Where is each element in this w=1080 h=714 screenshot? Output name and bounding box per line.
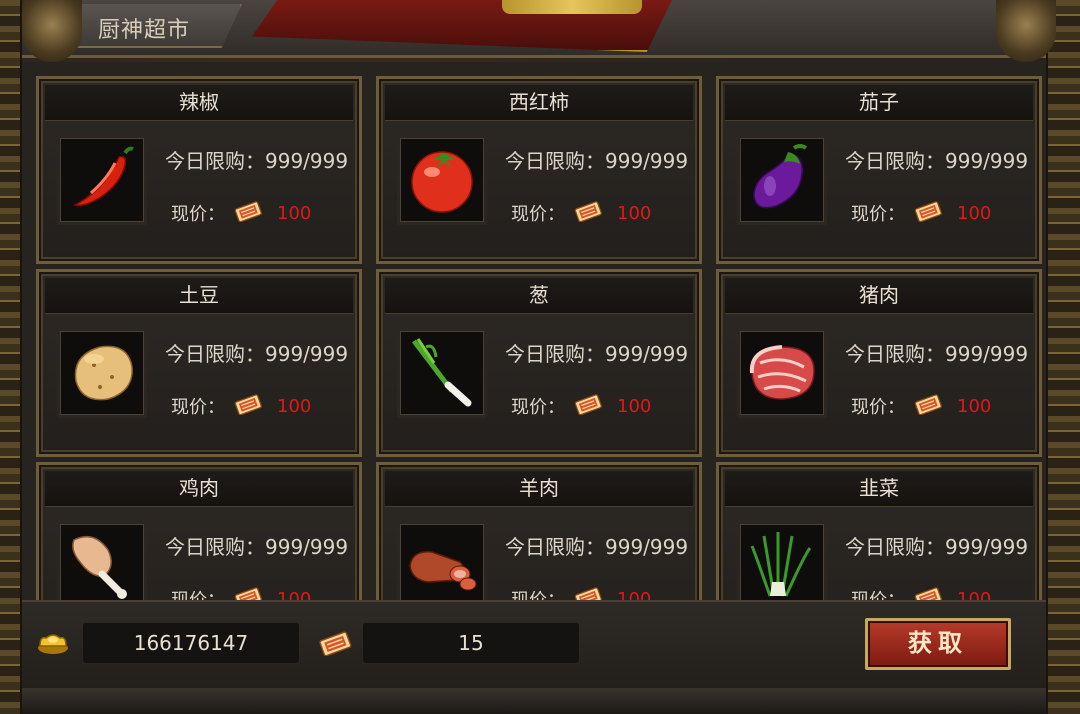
item-name: 辣椒: [45, 85, 353, 121]
right-border-ornament: [1046, 0, 1080, 714]
item-name: 韭菜: [725, 471, 1033, 507]
item-slot[interactable]: [737, 521, 827, 600]
daily-limit-text: 今日限购：999/999: [845, 535, 1029, 559]
corner-ornament-left: [22, 0, 82, 62]
banner-gold-trim: [502, 0, 642, 14]
price-value: 100: [957, 202, 992, 224]
ticket-icon: [573, 200, 603, 227]
price-value: 100: [277, 202, 312, 224]
get-button[interactable]: 获取: [865, 618, 1011, 670]
shop-item-card[interactable]: 鸡肉 今日限购：999/999 现价： 100: [36, 462, 362, 600]
daily-limit-text: 今日限购：999/999: [845, 342, 1029, 366]
price-row: 现价： 100: [511, 200, 652, 227]
price-row: 现价： 100: [851, 393, 992, 420]
ticket-icon: [573, 393, 603, 420]
item-slot[interactable]: [57, 328, 147, 418]
price-label: 现价：: [171, 204, 225, 225]
tomato-icon: [404, 140, 480, 220]
item-name: 土豆: [45, 278, 353, 314]
daily-limit-text: 今日限购：999/999: [505, 342, 689, 366]
item-name: 鸡肉: [45, 471, 353, 507]
shop-item-card[interactable]: 猪肉 今日限购：999/999 现价： 100: [716, 269, 1042, 457]
footer-border: [22, 688, 1046, 714]
price-value: 100: [277, 395, 312, 417]
chives-icon: [744, 526, 820, 600]
ticket-icon: [913, 586, 943, 600]
price-label: 现价：: [511, 397, 565, 418]
mutton-icon: [402, 526, 482, 600]
window-frame: 厨神超市 辣椒 今日限购：999/999 现价： 100 西红柿 今日限购：99…: [0, 0, 1080, 714]
eggplant-icon: [744, 140, 820, 220]
price-row: 现价： 100: [171, 586, 312, 601]
bottom-bar: 166176147 15 获取: [22, 600, 1046, 688]
ticket-icon: [913, 200, 943, 227]
price-value: 100: [617, 395, 652, 417]
shop-item-card[interactable]: 茄子 今日限购：999/999 现价： 100: [716, 76, 1042, 264]
price-value: 100: [957, 588, 992, 601]
item-slot[interactable]: [57, 521, 147, 600]
shop-item-card[interactable]: 辣椒 今日限购：999/999 现价： 100: [36, 76, 362, 264]
gold-amount-display: 166176147: [82, 622, 300, 664]
title-bar: 厨神超市: [22, 0, 1056, 62]
ticket-icon: [913, 393, 943, 420]
item-name: 西红柿: [385, 85, 693, 121]
price-row: 现价： 100: [511, 586, 652, 601]
price-row: 现价： 100: [171, 200, 312, 227]
daily-limit-text: 今日限购：999/999: [165, 342, 349, 366]
item-name: 葱: [385, 278, 693, 314]
daily-limit-text: 今日限购：999/999: [845, 149, 1029, 173]
ticket-amount-display: 15: [362, 622, 580, 664]
item-slot[interactable]: [737, 328, 827, 418]
chili-pepper-icon: [67, 143, 137, 217]
item-slot[interactable]: [397, 135, 487, 225]
shop-item-card[interactable]: 韭菜 今日限购：999/999 现价： 100: [716, 462, 1042, 600]
shop-item-card[interactable]: 葱 今日限购：999/999 现价： 100: [376, 269, 702, 457]
price-value: 100: [957, 395, 992, 417]
left-border-ornament: [0, 0, 22, 714]
price-value: 100: [277, 588, 312, 601]
potato-icon: [64, 333, 140, 413]
pork-icon: [742, 333, 822, 413]
item-slot[interactable]: [397, 521, 487, 600]
ticket-icon: [233, 586, 263, 600]
item-name: 羊肉: [385, 471, 693, 507]
scallion-icon: [404, 333, 480, 413]
price-row: 现价： 100: [851, 200, 992, 227]
price-label: 现价：: [171, 397, 225, 418]
item-slot[interactable]: [737, 135, 827, 225]
price-row: 现价： 100: [171, 393, 312, 420]
daily-limit-text: 今日限购：999/999: [165, 535, 349, 559]
chicken-leg-icon: [64, 526, 140, 600]
item-slot[interactable]: [57, 135, 147, 225]
price-label: 现价：: [851, 204, 905, 225]
item-name: 茄子: [725, 85, 1033, 121]
price-label: 现价：: [171, 586, 225, 600]
window-title: 厨神超市: [98, 18, 191, 43]
shop-item-card[interactable]: 羊肉 今日限购：999/999 现价： 100: [376, 462, 702, 600]
shop-item-card[interactable]: 土豆 今日限购：999/999 现价： 100: [36, 269, 362, 457]
daily-limit-text: 今日限购：999/999: [505, 149, 689, 173]
price-row: 现价： 100: [511, 393, 652, 420]
daily-limit-text: 今日限购：999/999: [165, 149, 349, 173]
price-value: 100: [617, 202, 652, 224]
corner-ornament-right: [996, 0, 1056, 62]
price-label: 现价：: [511, 204, 565, 225]
ticket-icon: [318, 630, 352, 660]
price-label: 现价：: [851, 586, 905, 600]
price-label: 现价：: [511, 586, 565, 600]
shop-item-card[interactable]: 西红柿 今日限购：999/999 现价： 100: [376, 76, 702, 264]
ticket-icon: [233, 200, 263, 227]
item-slot[interactable]: [397, 328, 487, 418]
gold-ingot-icon: [36, 628, 70, 660]
ticket-icon: [233, 393, 263, 420]
price-row: 现价： 100: [851, 586, 992, 601]
ticket-icon: [573, 586, 603, 600]
price-label: 现价：: [851, 397, 905, 418]
shop-item-grid: 辣椒 今日限购：999/999 现价： 100 西红柿 今日限购：999/999…: [22, 62, 1046, 600]
daily-limit-text: 今日限购：999/999: [505, 535, 689, 559]
item-name: 猪肉: [725, 278, 1033, 314]
price-value: 100: [617, 588, 652, 601]
